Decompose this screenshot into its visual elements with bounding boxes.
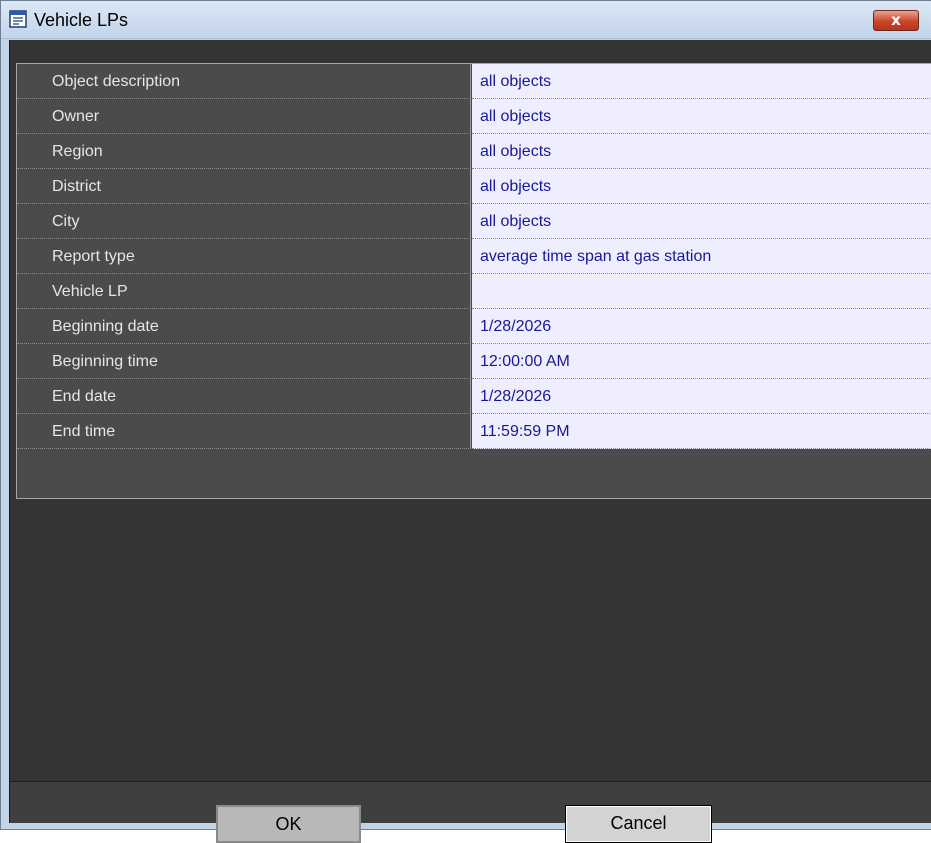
property-value[interactable]: all objects xyxy=(472,99,931,134)
report-window-icon xyxy=(9,10,27,28)
property-value[interactable]: 1/28/2026 xyxy=(472,309,931,344)
property-label: Object description xyxy=(17,64,471,99)
property-row-city[interactable]: City all objects xyxy=(17,204,931,239)
property-row-object-description[interactable]: Object description all objects xyxy=(17,64,931,99)
property-row-end-time[interactable]: End time 11:59:59 PM xyxy=(17,414,931,449)
property-label: End date xyxy=(17,379,471,414)
ok-button[interactable]: OK xyxy=(216,805,361,843)
property-value[interactable]: all objects xyxy=(472,169,931,204)
button-bar: OK Cancel xyxy=(10,781,931,843)
property-row-beginning-date[interactable]: Beginning date 1/28/2026 xyxy=(17,309,931,344)
property-label: Beginning date xyxy=(17,309,471,344)
property-label: Vehicle LP xyxy=(17,274,471,309)
property-value[interactable]: all objects xyxy=(472,204,931,239)
property-label: Owner xyxy=(17,99,471,134)
property-row-district[interactable]: District all objects xyxy=(17,169,931,204)
close-icon: x xyxy=(891,11,901,29)
property-label: Beginning time xyxy=(17,344,471,379)
property-value[interactable] xyxy=(472,274,931,309)
property-grid: Object description all objects Owner all… xyxy=(16,63,931,499)
property-row-vehicle-lp[interactable]: Vehicle LP xyxy=(17,274,931,309)
property-value[interactable]: 11:59:59 PM xyxy=(472,414,931,449)
property-label: Report type xyxy=(17,239,471,274)
property-label: End time xyxy=(17,414,471,449)
title-bar[interactable]: Vehicle LPs x xyxy=(1,1,931,39)
property-row-report-type[interactable]: Report type average time span at gas sta… xyxy=(17,239,931,274)
property-row-beginning-time[interactable]: Beginning time 12:00:00 AM xyxy=(17,344,931,379)
property-value[interactable]: all objects xyxy=(472,64,931,99)
dialog-window: Vehicle LPs x Object description all obj… xyxy=(0,0,931,843)
property-row-end-date[interactable]: End date 1/28/2026 xyxy=(17,379,931,414)
property-value[interactable]: all objects xyxy=(472,134,931,169)
property-row-region[interactable]: Region all objects xyxy=(17,134,931,169)
dialog-content: Object description all objects Owner all… xyxy=(9,40,931,843)
property-label: Region xyxy=(17,134,471,169)
property-value[interactable]: 1/28/2026 xyxy=(472,379,931,414)
window-title: Vehicle LPs xyxy=(34,10,129,30)
property-value[interactable]: average time span at gas station xyxy=(472,239,931,274)
property-label: District xyxy=(17,169,471,204)
property-value[interactable]: 12:00:00 AM xyxy=(472,344,931,379)
close-button[interactable]: x xyxy=(873,10,919,31)
property-label: City xyxy=(17,204,471,239)
property-row-owner[interactable]: Owner all objects xyxy=(17,99,931,134)
cancel-button[interactable]: Cancel xyxy=(565,805,712,843)
